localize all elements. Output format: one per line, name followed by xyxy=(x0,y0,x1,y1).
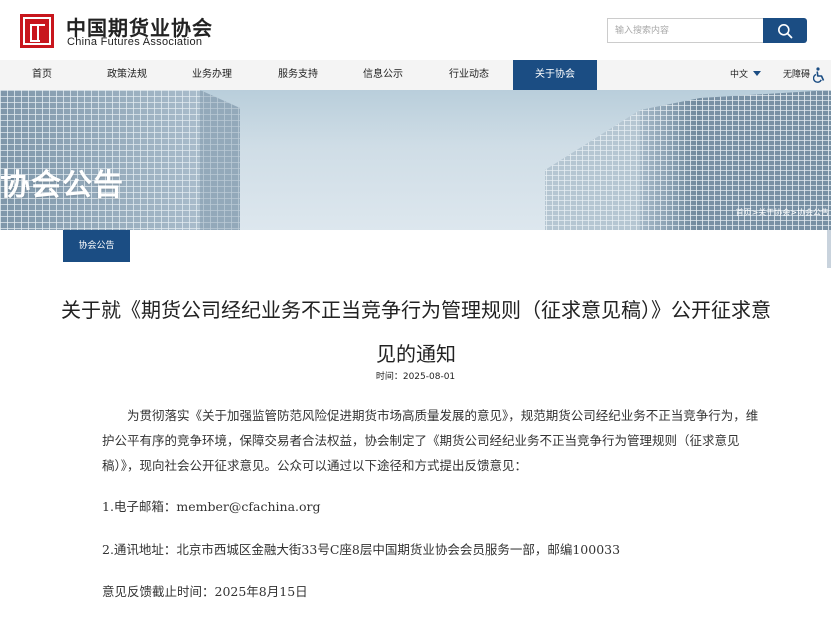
page-banner: 协会公告 首页>关于协会>协会公告 xyxy=(0,90,831,230)
logo-english-name[interactable]: China Futures Association xyxy=(67,36,202,48)
article-title: 关于就《期货公司经纪业务不正当竞争行为管理规则（征求意见稿）》公开征求意见的通知 xyxy=(61,298,771,366)
article-address: 2.通讯地址：北京市西城区金融大街33号C座8层中国期货业协会会员服务一部，邮编… xyxy=(102,542,621,557)
nav-item-disclosure[interactable]: 信息公示 xyxy=(341,60,425,90)
paragraph-text: 为贯彻落实《关于加强监管防范风险促进期货市场高质量发展的意见》，规范期货公司经纪… xyxy=(102,408,759,473)
section-tag[interactable]: 协会公告 xyxy=(63,230,130,262)
main-nav: 首页 政策法规 业务办理 服务支持 信息公示 行业动态 关于协会 中文 无障碍 xyxy=(0,60,831,90)
nav-item-policy[interactable]: 政策法规 xyxy=(85,60,169,90)
chevron-down-icon xyxy=(753,71,762,76)
scrollbar[interactable] xyxy=(827,230,831,268)
wheelchair-icon[interactable] xyxy=(813,67,825,83)
article-paragraph: 为贯彻落实《关于加强监管防范风险促进期货市场高质量发展的意见》，规范期货公司经纪… xyxy=(102,403,762,478)
site-header: 中国期货业协会 China Futures Association xyxy=(0,0,831,60)
nav-item-service[interactable]: 服务支持 xyxy=(256,60,340,90)
language-selector[interactable]: 中文 xyxy=(730,60,762,90)
search-icon xyxy=(778,23,793,38)
article-deadline: 意见反馈截止时间：2025年8月15日 xyxy=(102,584,308,599)
search-button[interactable] xyxy=(763,18,807,43)
building-illustration xyxy=(0,90,831,230)
article-email: 1.电子邮箱：member@cfachina.org xyxy=(102,499,321,514)
article-date: 时间：2025-08-01 xyxy=(375,372,456,382)
search-input[interactable] xyxy=(607,18,764,43)
language-label: 中文 xyxy=(730,70,749,80)
nav-item-about[interactable]: 关于协会 xyxy=(513,60,597,90)
nav-item-industry-news[interactable]: 行业动态 xyxy=(427,60,511,90)
nav-item-home[interactable]: 首页 xyxy=(0,60,84,90)
breadcrumb[interactable]: 首页>关于协会>协会公告 xyxy=(736,207,829,218)
nav-item-business[interactable]: 业务办理 xyxy=(170,60,254,90)
banner-title: 协会公告 xyxy=(0,168,124,203)
accessibility-link[interactable]: 无障碍 xyxy=(783,60,810,90)
cfa-logo-icon[interactable] xyxy=(20,14,54,48)
